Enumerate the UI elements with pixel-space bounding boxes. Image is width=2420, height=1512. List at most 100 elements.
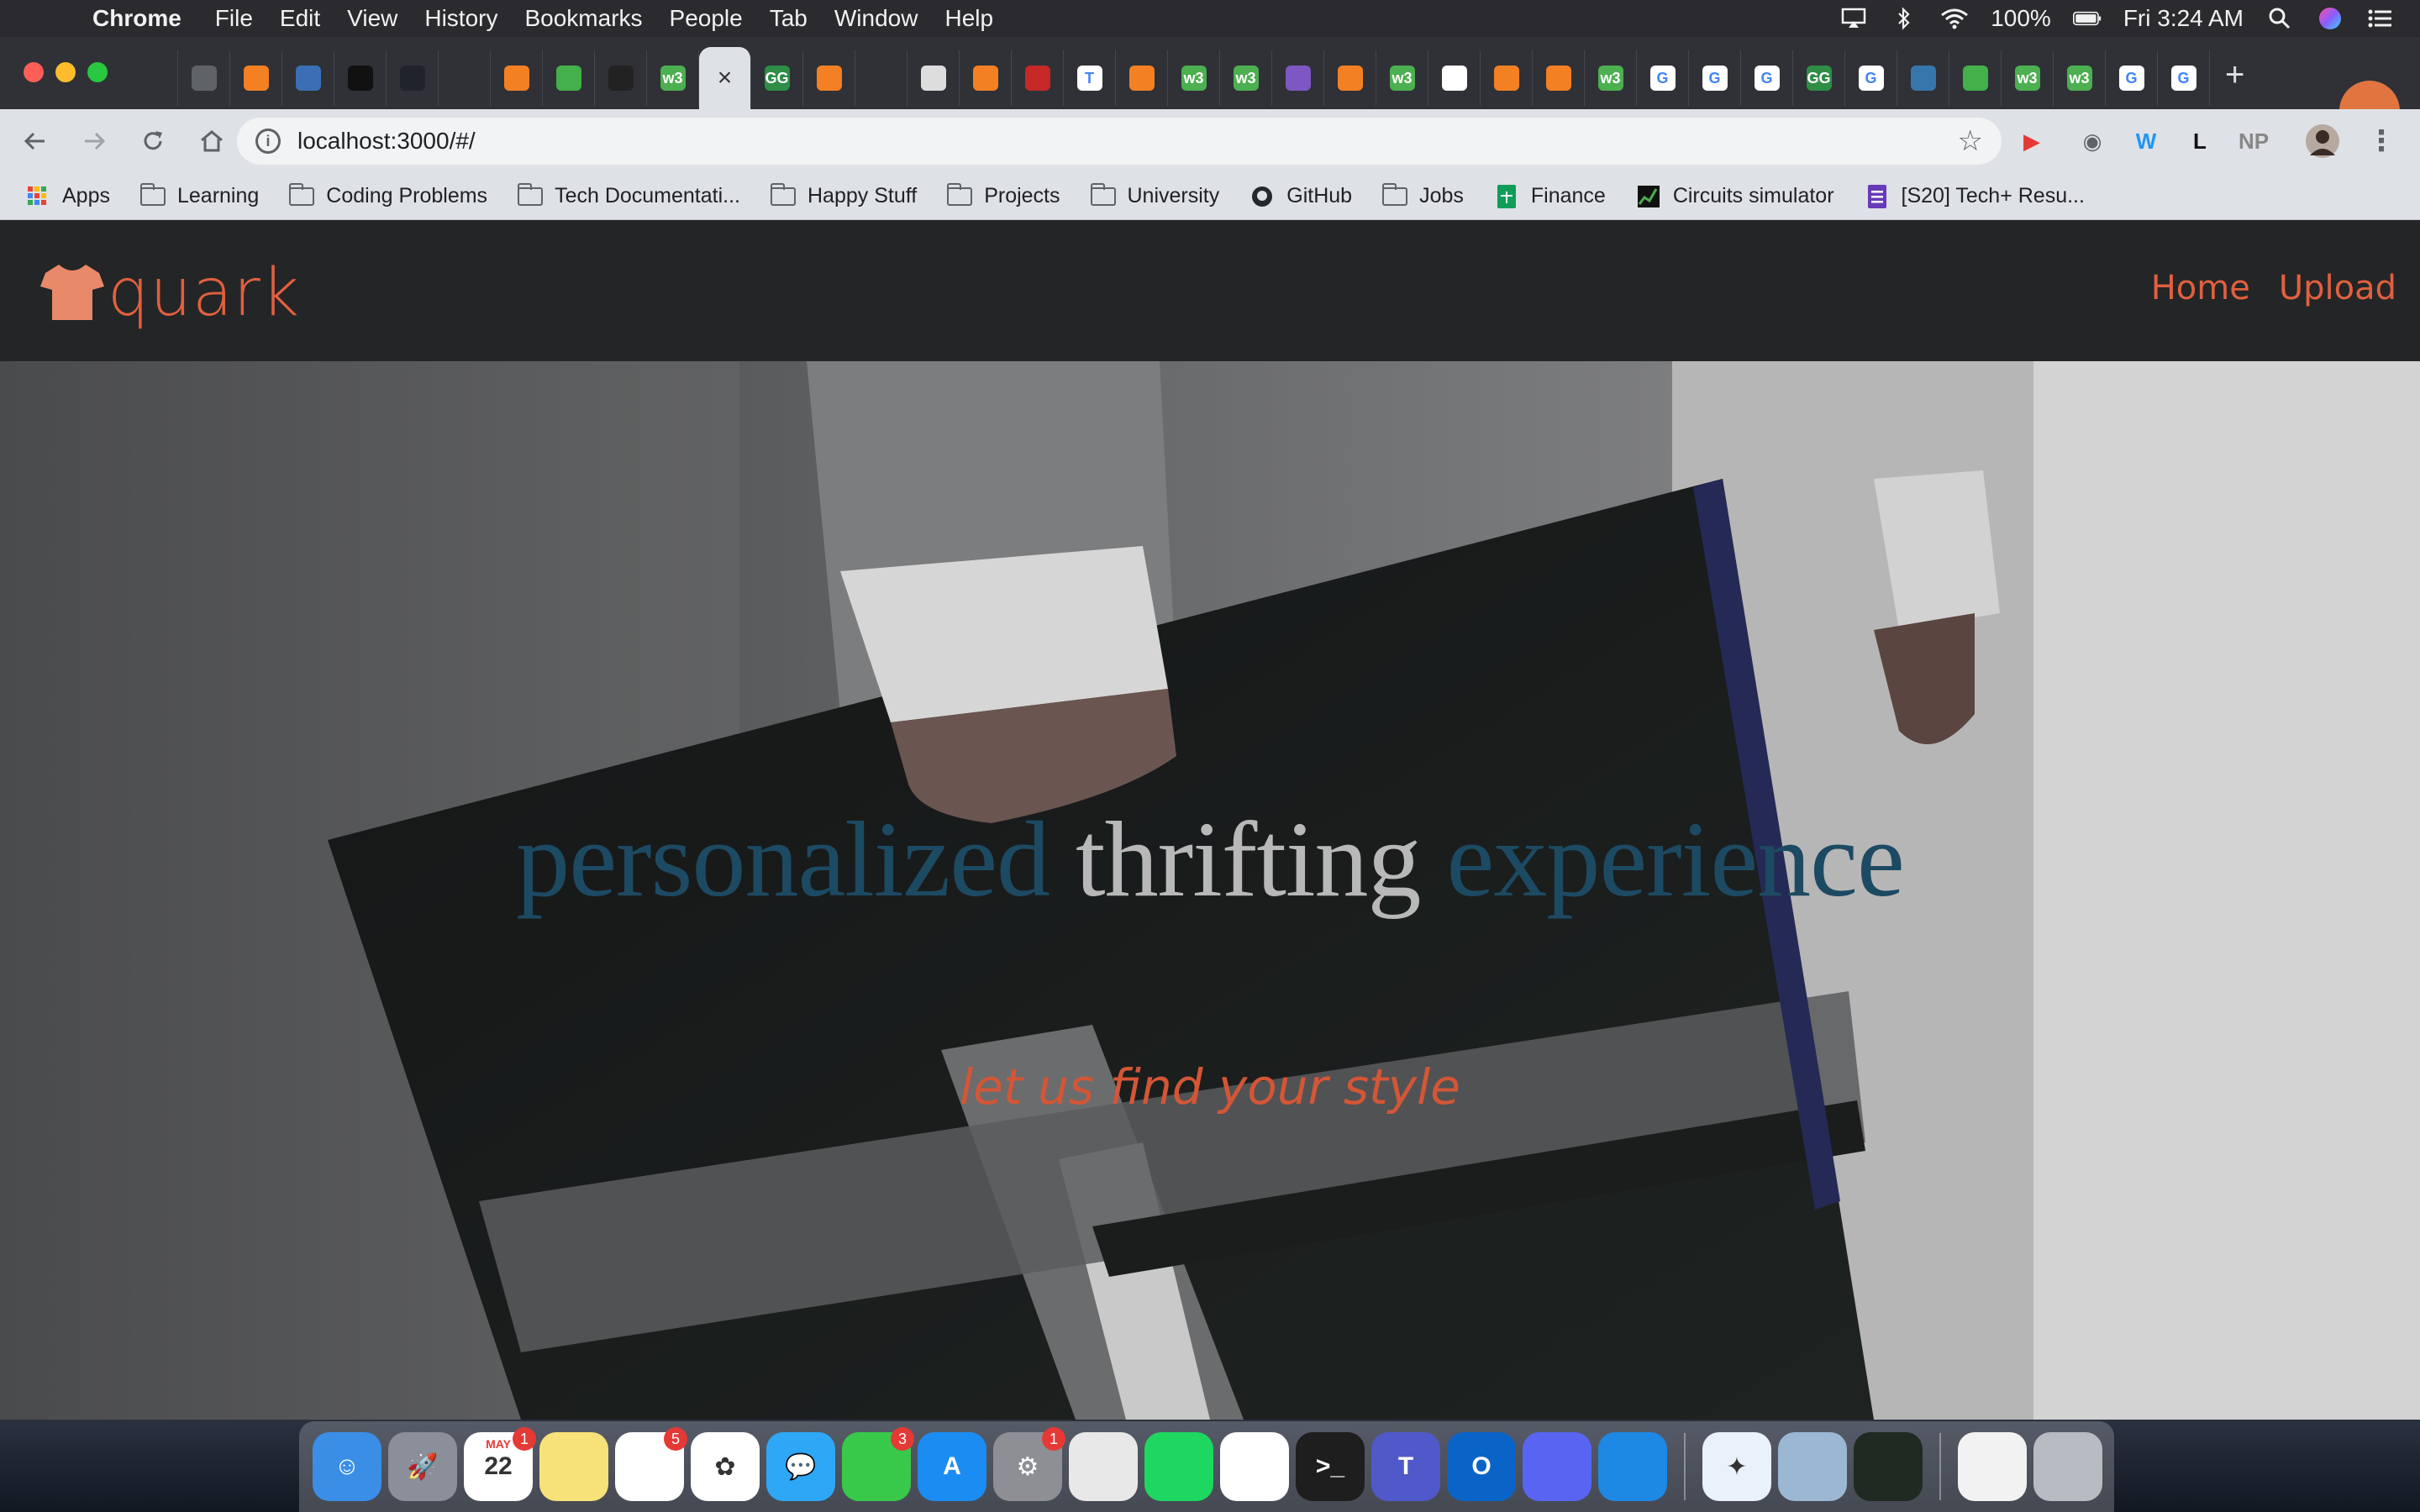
appstore-icon[interactable]: A [918, 1432, 986, 1501]
finder-icon[interactable]: ☺ [313, 1432, 381, 1501]
calendar-icon[interactable]: 22 MAY 1 [464, 1427, 536, 1501]
menu-file[interactable]: File [215, 5, 253, 32]
bookmark-item[interactable]: Finance [1494, 184, 1606, 208]
browser-tab[interactable] [1897, 50, 1949, 106]
menu-window[interactable]: Window [834, 5, 918, 32]
browser-tab[interactable] [439, 50, 491, 106]
menu-people[interactable]: People [670, 5, 743, 32]
browser-tab[interactable]: w3 [2002, 50, 2054, 106]
bookmark-star-icon[interactable]: ☆ [1958, 124, 1983, 158]
zoom-window-button[interactable] [87, 62, 108, 82]
airplay-icon[interactable] [1839, 8, 1868, 29]
spotify-icon[interactable] [1144, 1432, 1213, 1501]
teams-icon[interactable]: T [1371, 1432, 1440, 1501]
browser-tab[interactable]: G [2106, 50, 2158, 106]
bookmark-item[interactable]: University [1090, 182, 1219, 208]
zip-file-icon[interactable] [1958, 1432, 2027, 1501]
browser-tab[interactable] [595, 50, 647, 106]
bookmark-item[interactable]: Learning [139, 182, 259, 208]
browser-tab[interactable] [178, 50, 230, 106]
bluetooth-icon[interactable] [1890, 7, 1918, 30]
forward-button[interactable] [71, 118, 118, 165]
new-tab-button[interactable]: + [2225, 56, 2244, 94]
terminal-icon[interactable]: >_ [1296, 1432, 1365, 1501]
notification-center-icon[interactable] [2366, 8, 2395, 29]
w-icon[interactable]: W [2126, 121, 2166, 161]
battery-icon[interactable] [2072, 8, 2102, 29]
bookmark-item[interactable]: Apps [25, 184, 110, 208]
browser-tab[interactable] [126, 50, 178, 106]
chrome-icon[interactable] [1069, 1432, 1138, 1501]
spotlight-search-icon[interactable] [2265, 8, 2294, 29]
bookmark-item[interactable]: [S20] Tech+ Resu... [1865, 184, 2085, 208]
browser-tab[interactable] [1272, 50, 1324, 106]
browser-tab[interactable]: GG [751, 50, 803, 106]
wifi-icon[interactable] [1940, 8, 1969, 29]
safari-icon[interactable]: ✦ [1702, 1432, 1771, 1501]
vscode-icon[interactable] [1598, 1432, 1667, 1501]
browser-tab[interactable] [1949, 50, 2002, 106]
browser-tab[interactable] [1324, 50, 1376, 106]
preview-icon[interactable] [1778, 1432, 1847, 1501]
browser-tab[interactable]: w3 [1376, 50, 1428, 106]
browser-tab[interactable] [282, 50, 334, 106]
browser-tab[interactable]: w3 [1585, 50, 1637, 106]
nav-upload-link[interactable]: Upload [2279, 269, 2396, 307]
bookmark-item[interactable]: Happy Stuff [771, 182, 917, 208]
browser-tab[interactable]: G [2158, 50, 2210, 106]
menu-view[interactable]: View [347, 5, 397, 32]
activity-monitor-icon[interactable] [1854, 1432, 1923, 1501]
np-icon[interactable]: NP [2233, 121, 2274, 161]
slack-icon[interactable] [1220, 1432, 1289, 1501]
facetime-icon[interactable]: 3 [842, 1427, 914, 1501]
system-preferences-icon[interactable]: ⚙ 1 [993, 1427, 1065, 1501]
browser-tab[interactable]: w3 [647, 50, 699, 106]
menu-history[interactable]: History [424, 5, 497, 32]
eye-icon[interactable]: ◉ [2072, 121, 2112, 161]
browser-tab[interactable] [1012, 50, 1064, 106]
site-brand[interactable]: quark [40, 255, 300, 331]
browser-tab[interactable] [908, 50, 960, 106]
browser-tab[interactable] [960, 50, 1012, 106]
bookmark-item[interactable]: Projects [947, 182, 1060, 208]
browser-tab[interactable] [1533, 50, 1585, 106]
close-window-button[interactable] [24, 62, 44, 82]
browser-tab[interactable] [1481, 50, 1533, 106]
browser-tab[interactable]: G [1845, 50, 1897, 106]
home-button[interactable] [188, 118, 235, 165]
discord-icon[interactable] [1523, 1432, 1591, 1501]
browser-tab[interactable]: T [1064, 50, 1116, 106]
site-info-icon[interactable]: i [255, 129, 281, 154]
launchpad-icon[interactable]: 🚀 [388, 1432, 457, 1501]
close-icon[interactable]: × [718, 64, 733, 92]
reminders-icon[interactable]: 5 [615, 1427, 687, 1501]
bookmark-item[interactable]: Circuits simulator [1636, 184, 1834, 208]
browser-tab[interactable]: w3 [1220, 50, 1272, 106]
browser-tab[interactable] [543, 50, 595, 106]
browser-tab[interactable]: G [1637, 50, 1689, 106]
browser-tab[interactable] [230, 50, 282, 106]
reload-button[interactable] [129, 118, 176, 165]
menu-help[interactable]: Help [944, 5, 993, 32]
nav-home-link[interactable]: Home [2151, 269, 2250, 307]
browser-tab[interactable] [387, 50, 439, 106]
l-icon[interactable]: L [2180, 121, 2220, 161]
bookmark-item[interactable]: Jobs [1382, 182, 1464, 208]
browser-tab[interactable]: GG [1793, 50, 1845, 106]
notes-icon[interactable] [539, 1432, 608, 1501]
siri-icon[interactable] [2316, 8, 2344, 29]
chrome-menu-icon[interactable]: ⋮ [2361, 121, 2402, 161]
browser-tab[interactable] [1428, 50, 1481, 106]
account-avatar[interactable] [2302, 121, 2343, 161]
outlook-icon[interactable]: O [1447, 1432, 1516, 1501]
youtube-icon[interactable]: ▶ [2012, 121, 2052, 161]
trash-icon[interactable] [2033, 1432, 2102, 1501]
browser-tab[interactable] [1116, 50, 1168, 106]
menu-tab[interactable]: Tab [770, 5, 808, 32]
browser-tab[interactable] [491, 50, 543, 106]
browser-tab[interactable]: G [1741, 50, 1793, 106]
menubar-clock[interactable]: Fri 3:24 AM [2123, 5, 2244, 32]
messages-icon[interactable]: 💬 [766, 1432, 835, 1501]
address-bar[interactable]: i localhost:3000/#/ ☆ [237, 118, 2002, 165]
app-menu-chrome[interactable]: Chrome [92, 5, 182, 32]
